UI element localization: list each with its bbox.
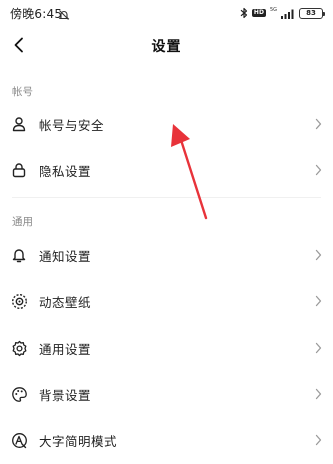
settings-item-label: 大字简明模式 <box>39 433 118 449</box>
chevron-right-icon <box>313 294 323 308</box>
section-divider <box>12 197 321 198</box>
wallpaper-icon <box>10 292 28 310</box>
chevron-right-icon <box>313 387 323 401</box>
status-time: 傍晚6:45 <box>10 7 63 21</box>
section-label-general: 通用 <box>12 216 33 228</box>
chevron-right-icon <box>313 433 323 447</box>
top-app-bar: 设置 <box>0 26 333 66</box>
settings-item-label: 动态壁纸 <box>39 294 92 310</box>
settings-item-label: 背景设置 <box>39 387 92 403</box>
battery-indicator: 83 <box>299 7 325 19</box>
settings-item-label: 帐号与安全 <box>39 117 105 133</box>
settings-item-account-security[interactable]: 帐号与安全 <box>0 104 333 144</box>
chevron-right-icon <box>313 163 323 177</box>
status-bar: 傍晚6:45 HD 5G 83 <box>0 0 333 26</box>
settings-item-label: 隐私设置 <box>39 163 92 179</box>
settings-item-general[interactable]: 通用设置 <box>0 328 333 368</box>
gear-icon <box>10 339 28 357</box>
chevron-right-icon <box>313 341 323 355</box>
settings-item-label: 通用设置 <box>39 341 92 357</box>
hd-badge: HD <box>251 9 266 17</box>
signal-icon <box>281 4 295 23</box>
mute-alarm-icon <box>58 6 70 25</box>
palette-icon <box>10 385 28 403</box>
bell-icon <box>10 246 28 264</box>
settings-item-privacy[interactable]: 隐私设置 <box>0 150 333 190</box>
chevron-right-icon <box>313 248 323 262</box>
network-type: 5G <box>269 7 277 13</box>
person-icon <box>10 115 28 133</box>
chevron-right-icon <box>313 117 323 131</box>
settings-item-large-font-mode[interactable]: 大字简明模式 <box>0 420 333 460</box>
font-size-icon <box>10 431 28 449</box>
settings-item-label: 通知设置 <box>39 248 92 264</box>
lock-icon <box>10 161 28 179</box>
settings-item-background[interactable]: 背景设置 <box>0 374 333 414</box>
settings-item-notifications[interactable]: 通知设置 <box>0 235 333 275</box>
bluetooth-icon <box>240 4 248 23</box>
section-label-account: 帐号 <box>12 86 33 98</box>
settings-item-live-wallpaper[interactable]: 动态壁纸 <box>0 281 333 321</box>
page-title: 设置 <box>151 39 182 55</box>
